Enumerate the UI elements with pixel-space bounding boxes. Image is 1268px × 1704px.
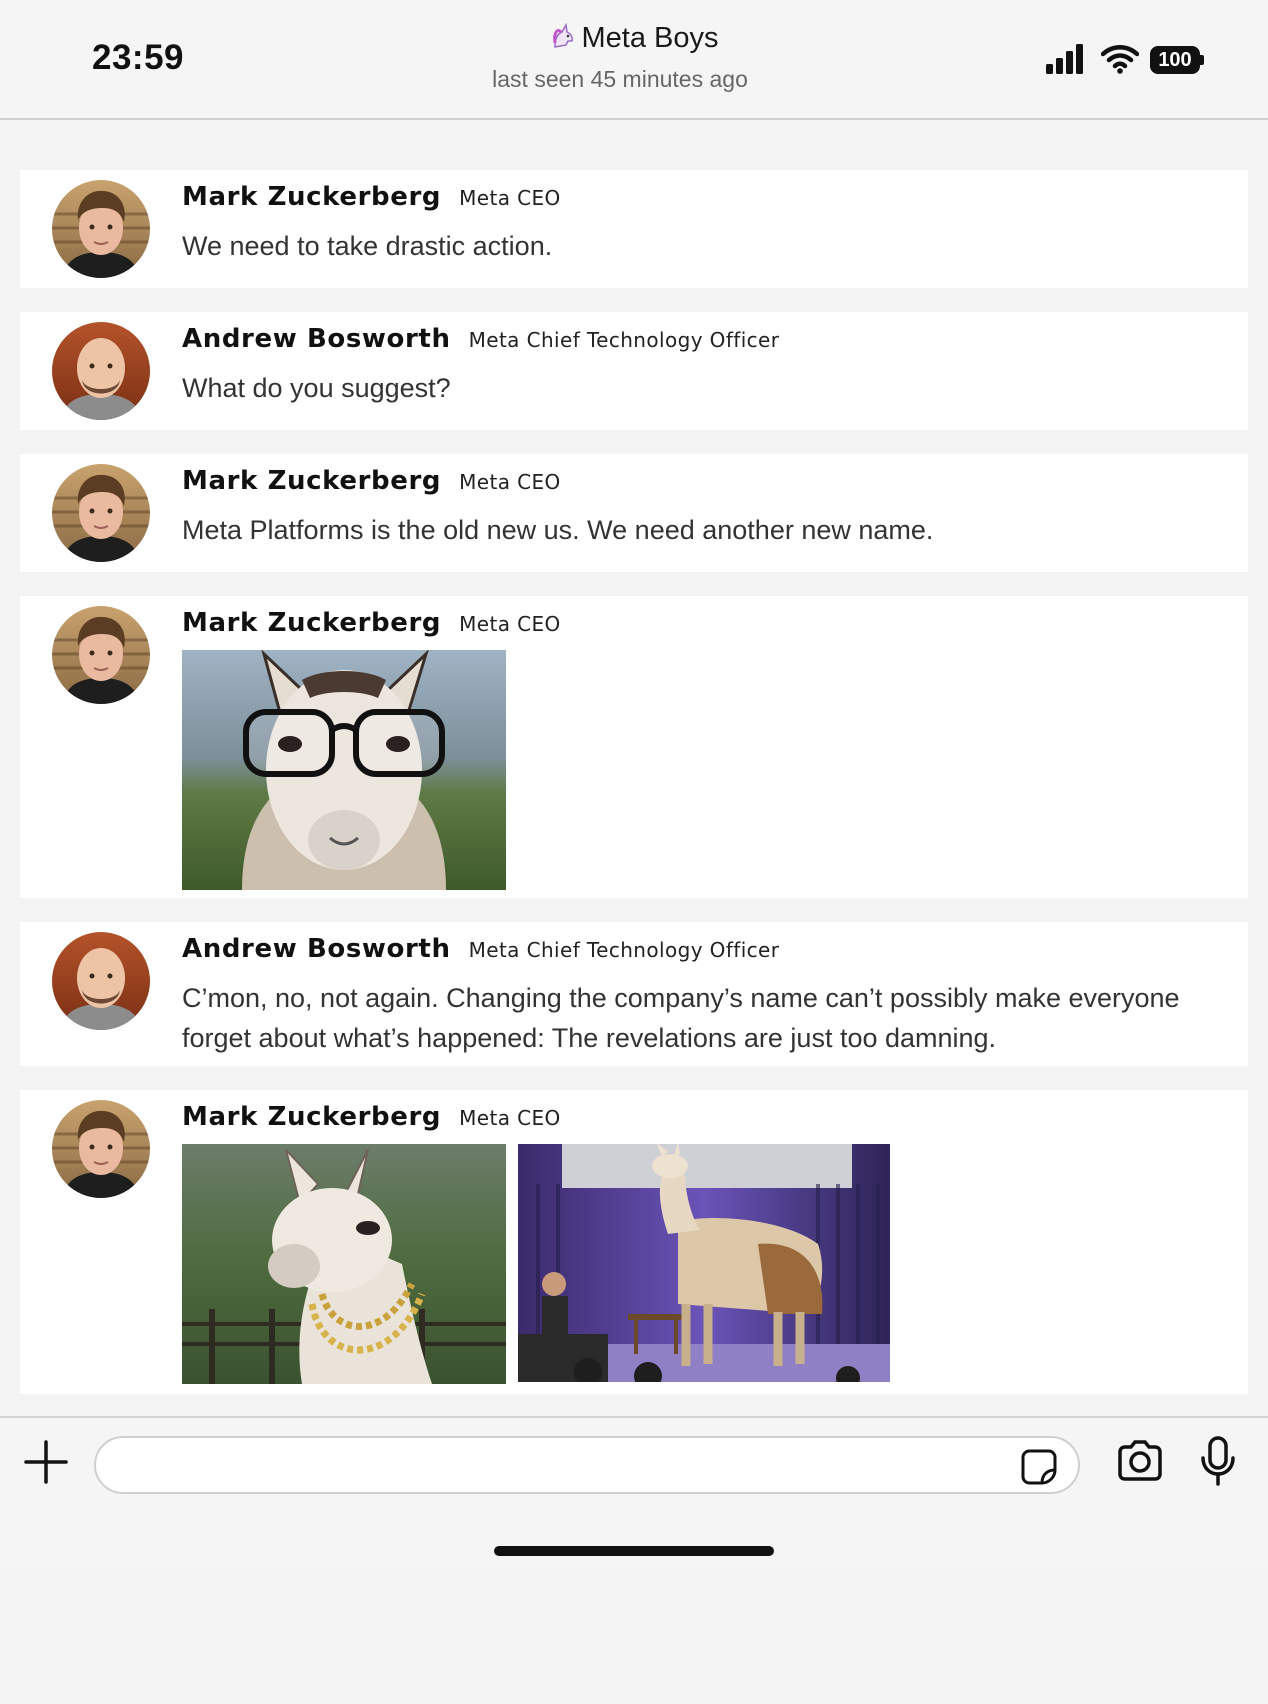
message-input[interactable]: [116, 1448, 996, 1484]
status-icons: 100: [1046, 44, 1206, 74]
sender-role: Meta Chief Technology Officer: [468, 938, 780, 962]
sender-name[interactable]: Mark Zuckerberg: [182, 608, 441, 638]
battery-icon: 100: [1150, 46, 1204, 74]
message-text: Meta Platforms is the old new us. We nee…: [182, 515, 934, 545]
sender-name[interactable]: Mark Zuckerberg: [182, 466, 441, 496]
message-sender: Mark Zuckerberg Meta CEO: [182, 1102, 561, 1132]
unicorn-icon: [552, 23, 573, 48]
message-sender: Andrew Bosworth Meta Chief Technology Off…: [182, 324, 779, 354]
battery-level: 100: [1158, 49, 1192, 71]
avatar[interactable]: [52, 464, 150, 562]
message-item: Mark Zuckerberg Meta CEO Meta Platforms i…: [20, 454, 1248, 572]
llama-with-gold-chain-photo[interactable]: [182, 1144, 506, 1384]
sticker-icon[interactable]: [1020, 1448, 1058, 1486]
sender-name[interactable]: Mark Zuckerberg: [182, 1102, 441, 1132]
cellular-signal-icon: [1046, 44, 1083, 74]
sender-role: Meta CEO: [459, 186, 561, 210]
sender-role: Meta CEO: [459, 612, 561, 636]
chat-title: Meta Boys: [581, 22, 719, 54]
sender-name[interactable]: Andrew Bosworth: [182, 324, 451, 354]
home-indicator[interactable]: [494, 1546, 774, 1556]
microphone-icon[interactable]: [1200, 1436, 1236, 1486]
message-item: Mark Zuckerberg Meta CEO We need to take …: [20, 170, 1248, 288]
llama-with-glasses-photo[interactable]: [182, 650, 506, 890]
sender-role: Meta Chief Technology Officer: [468, 328, 780, 352]
avatar[interactable]: [52, 932, 150, 1030]
message-text: What do you suggest?: [182, 373, 451, 403]
camera-icon[interactable]: [1116, 1440, 1164, 1482]
avatar[interactable]: [52, 180, 150, 278]
plus-icon[interactable]: [24, 1440, 68, 1484]
message-sender: Mark Zuckerberg Meta CEO: [182, 608, 561, 638]
avatar[interactable]: [52, 322, 150, 420]
avatar[interactable]: [52, 606, 150, 704]
message-text: We need to take drastic action.: [182, 231, 553, 261]
wifi-icon: [1101, 45, 1139, 74]
message-input-box[interactable]: [94, 1436, 1080, 1494]
message-composer: [0, 1416, 1268, 1566]
chat-header: 23:59 Meta Boys last seen 45 minutes ago…: [0, 0, 1268, 120]
message-item: Mark Zuckerberg Meta CEO: [20, 596, 1248, 898]
sender-role: Meta CEO: [459, 470, 561, 494]
message-sender: Mark Zuckerberg Meta CEO: [182, 182, 561, 212]
message-sender: Mark Zuckerberg Meta CEO: [182, 466, 561, 496]
message-text: C’mon, no, not again. Changing the compa…: [182, 983, 1180, 1053]
avatar[interactable]: [52, 1100, 150, 1198]
sender-name[interactable]: Mark Zuckerberg: [182, 182, 441, 212]
sender-role: Meta CEO: [459, 1106, 561, 1130]
message-item: Andrew Bosworth Meta Chief Technology Off…: [20, 312, 1248, 430]
message-item: Andrew Bosworth Meta Chief Technology Off…: [20, 922, 1248, 1066]
sender-name[interactable]: Andrew Bosworth: [182, 934, 451, 964]
message-feed[interactable]: Mark Zuckerberg Meta CEO We need to take …: [0, 120, 1268, 1416]
message-item: Mark Zuckerberg Meta CEO: [20, 1090, 1248, 1394]
llama-on-stage-photo[interactable]: [518, 1144, 890, 1382]
message-sender: Andrew Bosworth Meta Chief Technology Off…: [182, 934, 779, 964]
